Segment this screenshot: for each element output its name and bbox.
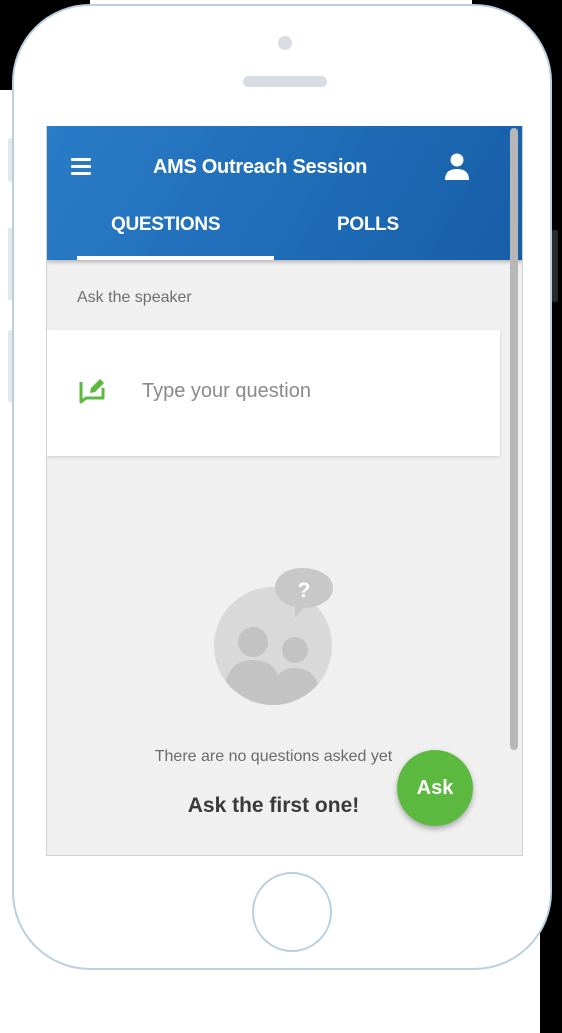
front-camera [278,36,292,50]
ask-button[interactable]: Ask [397,750,473,826]
question-placeholder: Type your question [142,380,311,402]
home-button [252,872,332,952]
page-root: AMS Outreach Session QUESTIONS POLLS Ask… [0,0,562,1033]
ask-section-label: Ask the speaker [77,289,192,306]
app-screen: AMS Outreach Session QUESTIONS POLLS Ask… [46,126,523,856]
earpiece-speaker [243,76,327,87]
svg-text:?: ? [298,579,311,602]
question-input[interactable]: Type your question [47,330,500,456]
power-button [552,230,558,302]
page-title: AMS Outreach Session [153,156,368,178]
edit-icon [77,376,107,406]
app-header: AMS Outreach Session QUESTIONS POLLS [47,126,522,260]
scrollbar[interactable] [510,128,518,750]
tab-polls[interactable]: POLLS [337,214,399,236]
hamburger-menu-icon[interactable] [71,158,97,180]
user-icon[interactable] [443,152,471,182]
people-question-icon: ? [213,566,339,706]
active-tab-indicator [77,256,274,260]
tab-questions[interactable]: QUESTIONS [111,214,221,236]
